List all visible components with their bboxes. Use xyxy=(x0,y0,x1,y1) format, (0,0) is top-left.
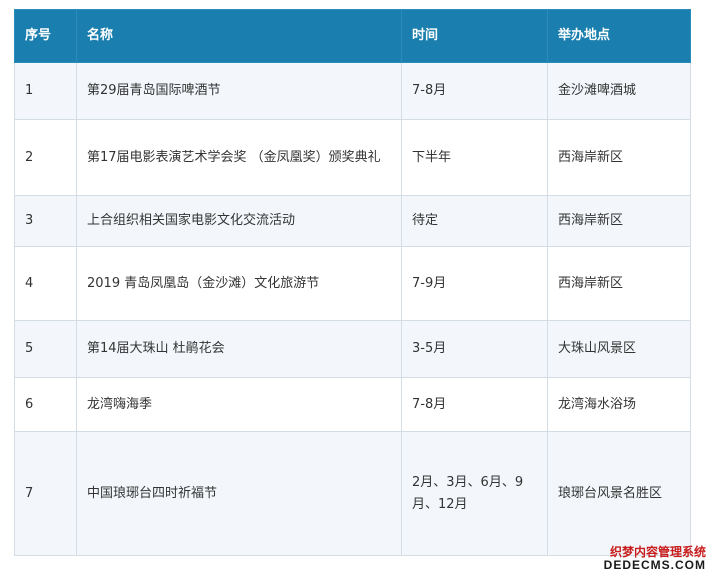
page: 序号 名称 时间 举办地点 1 第29届青岛国际啤酒节 7-8月 金沙滩啤酒城 … xyxy=(0,0,714,576)
header-name: 名称 xyxy=(76,9,402,63)
table-row: 5 第14届大珠山 杜鹃花会 3-5月 大珠山风景区 xyxy=(14,320,691,378)
watermark-line-2: DEDECMS.COM xyxy=(603,558,706,572)
watermark-line-1: 织梦内容管理系统 xyxy=(609,545,706,559)
cell-location: 西海岸新区 xyxy=(547,119,691,196)
dedecms-watermark: 织梦内容管理系统 DEDECMS.COM xyxy=(596,545,706,572)
header-number: 序号 xyxy=(14,9,77,63)
cell-time: 3-5月 xyxy=(401,320,548,378)
table-row: 6 龙湾嗨海季 7-8月 龙湾海水浴场 xyxy=(14,377,691,432)
table-row: 3 上合组织相关国家电影文化交流活动 待定 西海岸新区 xyxy=(14,195,691,247)
cell-number: 3 xyxy=(14,195,77,247)
cell-time: 7-8月 xyxy=(401,377,548,432)
cell-number: 5 xyxy=(14,320,77,378)
cell-time: 下半年 xyxy=(401,119,548,196)
table-row: 7 中国琅琊台四时祈福节 2月、3月、6月、9月、12月 琅琊台风景名胜区 xyxy=(14,431,691,556)
cell-name: 龙湾嗨海季 xyxy=(76,377,402,432)
cell-location: 琅琊台风景名胜区 xyxy=(547,431,691,556)
cell-time: 7-9月 xyxy=(401,246,548,321)
cell-location: 西海岸新区 xyxy=(547,246,691,321)
cell-time: 待定 xyxy=(401,195,548,247)
cell-name: 中国琅琊台四时祈福节 xyxy=(76,431,402,556)
cell-number: 2 xyxy=(14,119,77,196)
events-table: 序号 名称 时间 举办地点 1 第29届青岛国际啤酒节 7-8月 金沙滩啤酒城 … xyxy=(14,9,691,556)
cell-location: 金沙滩啤酒城 xyxy=(547,62,691,120)
table-row: 2 第17届电影表演艺术学会奖 （金凤凰奖）颁奖典礼 下半年 西海岸新区 xyxy=(14,119,691,196)
cell-number: 6 xyxy=(14,377,77,432)
table-header-row: 序号 名称 时间 举办地点 xyxy=(14,9,691,63)
cell-number: 7 xyxy=(14,431,77,556)
cell-name: 上合组织相关国家电影文化交流活动 xyxy=(76,195,402,247)
header-location: 举办地点 xyxy=(547,9,691,63)
cell-location: 西海岸新区 xyxy=(547,195,691,247)
cell-name: 第29届青岛国际啤酒节 xyxy=(76,62,402,120)
cell-name: 第17届电影表演艺术学会奖 （金凤凰奖）颁奖典礼 xyxy=(76,119,402,196)
table-row: 4 2019 青岛凤凰岛（金沙滩）文化旅游节 7-9月 西海岸新区 xyxy=(14,246,691,321)
cell-number: 1 xyxy=(14,62,77,120)
cell-location: 龙湾海水浴场 xyxy=(547,377,691,432)
cell-location: 大珠山风景区 xyxy=(547,320,691,378)
cell-name: 2019 青岛凤凰岛（金沙滩）文化旅游节 xyxy=(76,246,402,321)
header-time: 时间 xyxy=(401,9,548,63)
cell-name: 第14届大珠山 杜鹃花会 xyxy=(76,320,402,378)
cell-number: 4 xyxy=(14,246,77,321)
cell-time: 2月、3月、6月、9月、12月 xyxy=(401,431,548,556)
table-row: 1 第29届青岛国际啤酒节 7-8月 金沙滩啤酒城 xyxy=(14,62,691,120)
cell-time: 7-8月 xyxy=(401,62,548,120)
